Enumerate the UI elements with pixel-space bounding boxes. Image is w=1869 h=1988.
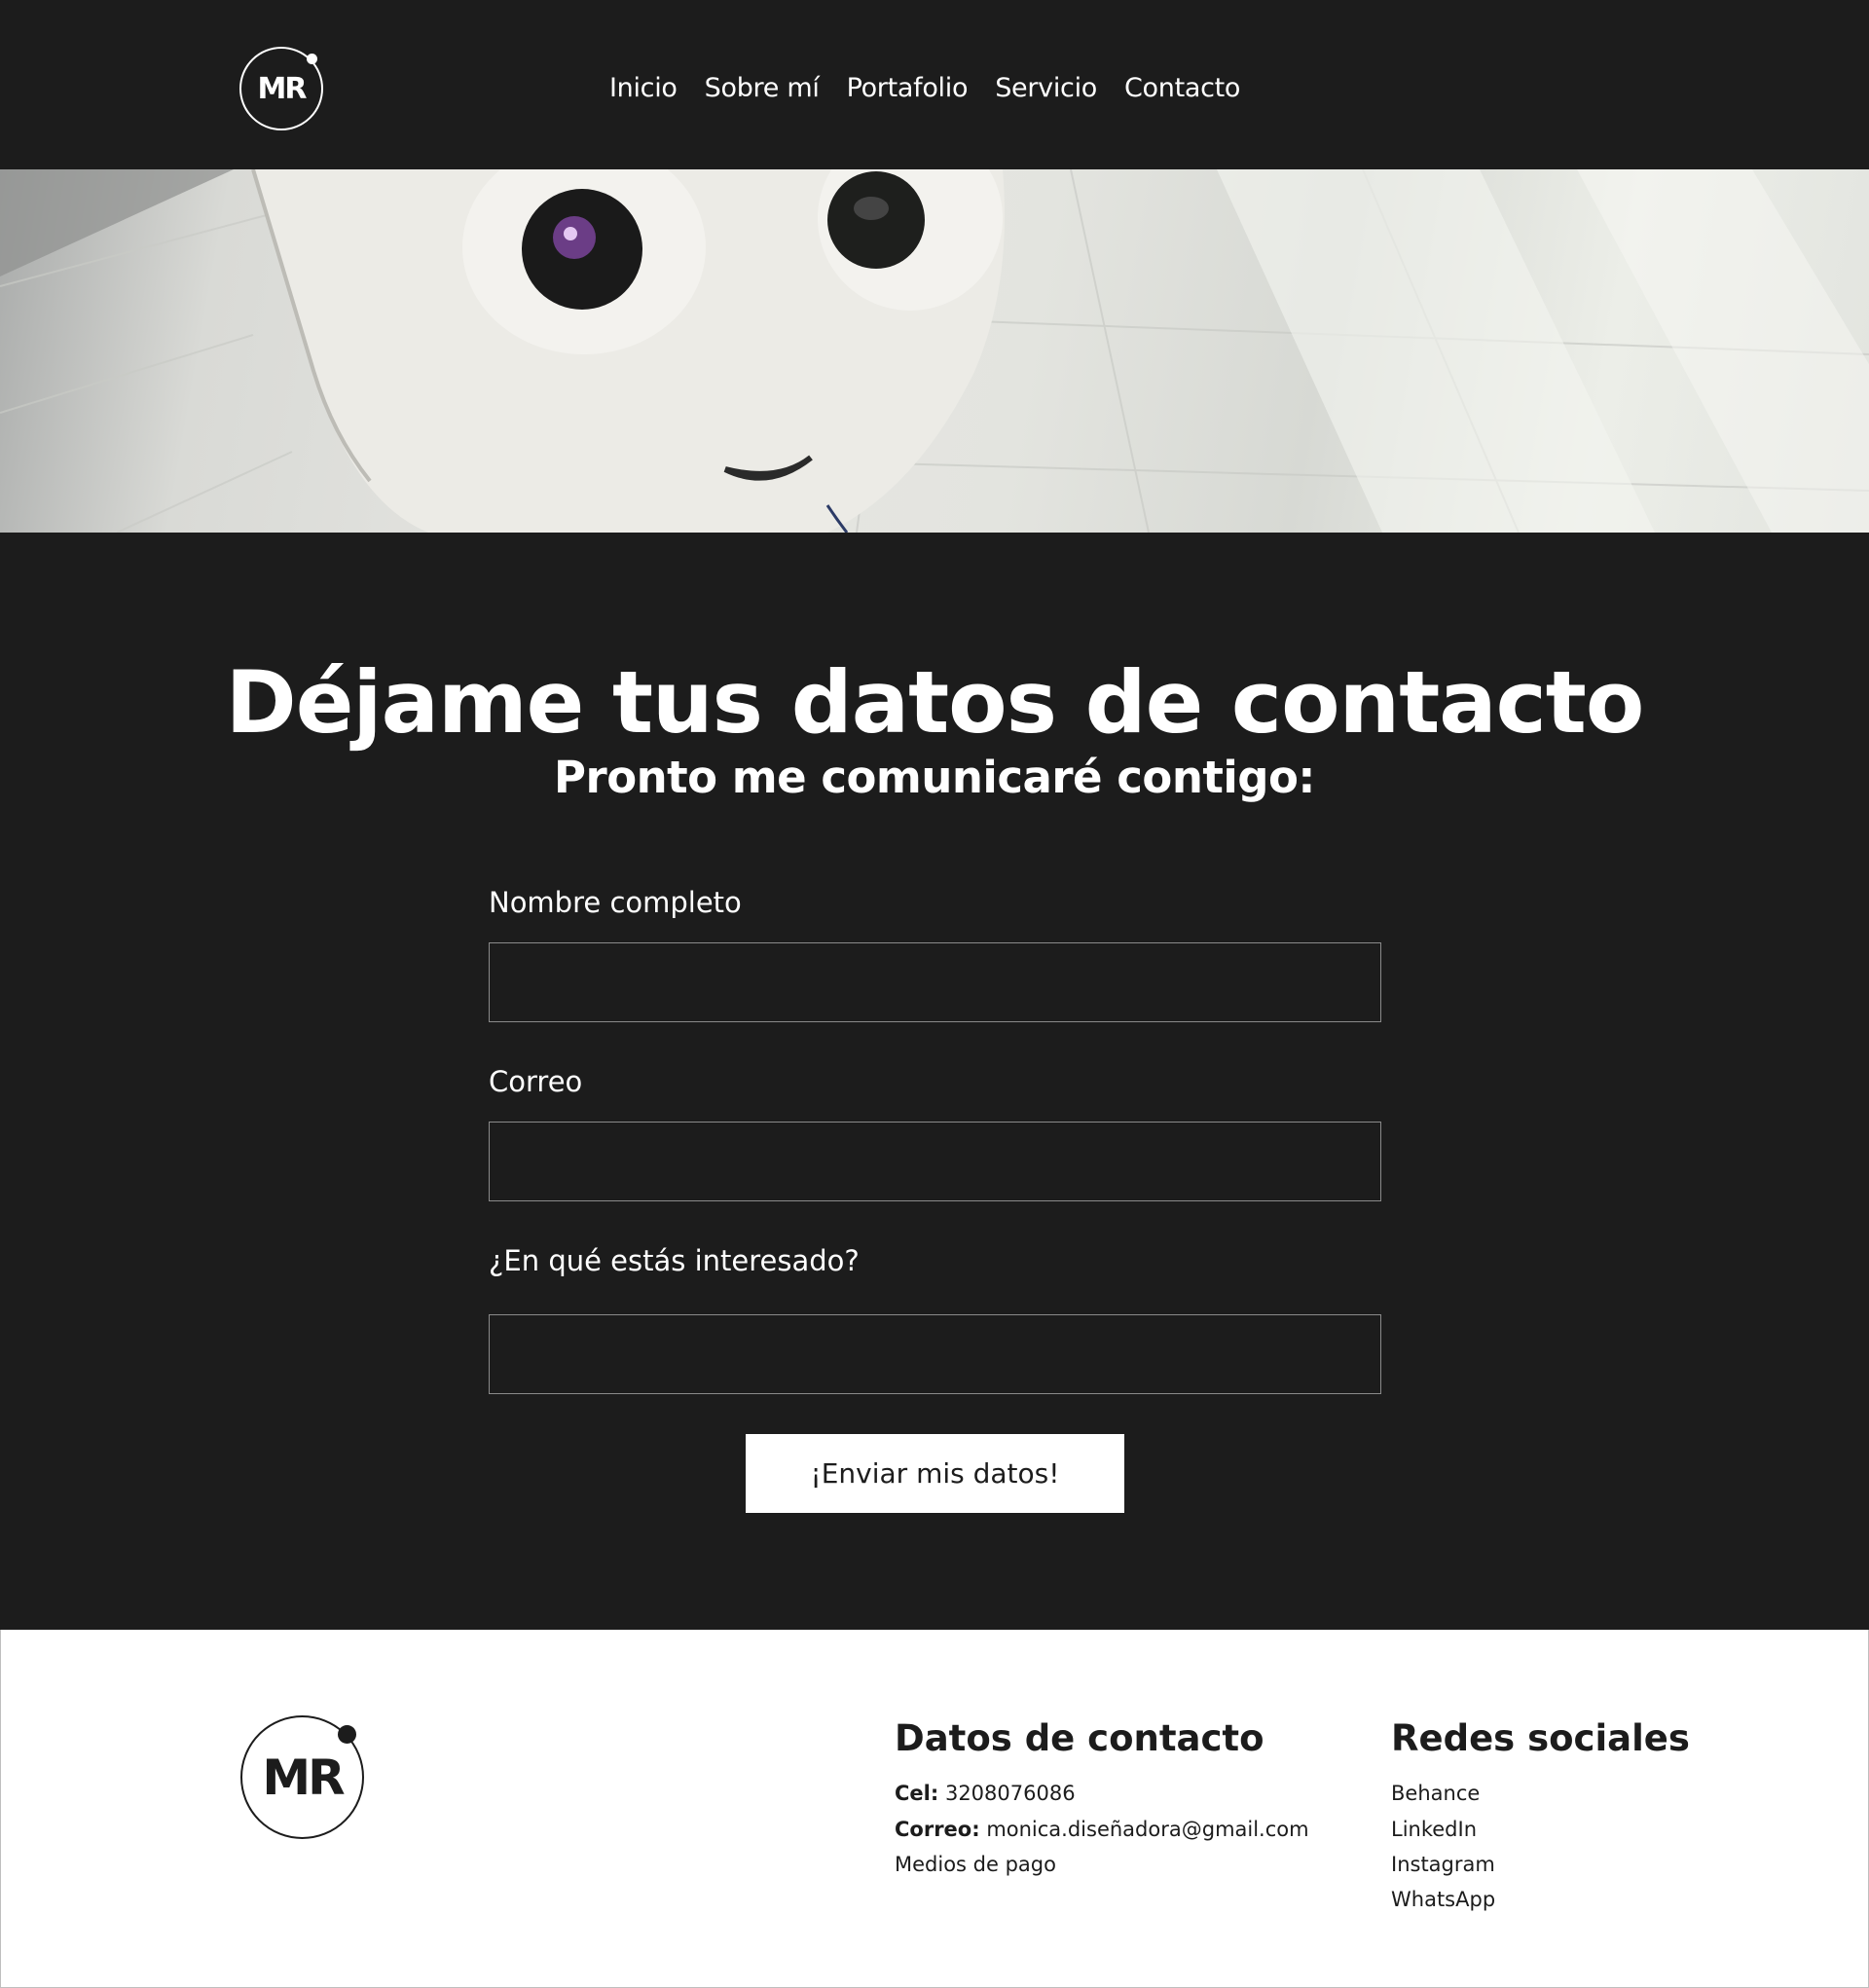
logo-text: MR	[257, 71, 308, 106]
site-header: MR Inicio Sobre mí Portafolio Servicio C…	[0, 0, 1869, 169]
social-link-whatsapp[interactable]: WhatsApp	[1391, 1885, 1495, 1914]
robot-image	[0, 169, 1869, 533]
page-subtitle: Pronto me comunicaré contigo:	[554, 752, 1315, 803]
name-label: Nombre completo	[489, 886, 742, 919]
email-label: Correo	[489, 1065, 583, 1098]
social-link-behance[interactable]: Behance	[1391, 1779, 1480, 1808]
submit-button[interactable]: ¡Enviar mis datos!	[746, 1434, 1124, 1513]
nav-link-contacto[interactable]: Contacto	[1124, 70, 1240, 107]
nav-link-portafolio[interactable]: Portafolio	[847, 70, 969, 107]
footer-logo-text: MR	[262, 1749, 345, 1806]
phone-label: Cel:	[895, 1782, 939, 1805]
site-footer: MR Datos de contacto Cel: 3208076086 Cor…	[0, 1630, 1869, 1988]
footer-logo[interactable]: MR	[240, 1715, 364, 1839]
email-line: Correo: monica.diseñadora@gmail.com	[895, 1815, 1309, 1844]
interest-label: ¿En qué estás interesado?	[489, 1244, 860, 1277]
email-value[interactable]: monica.diseñadora@gmail.com	[986, 1818, 1308, 1841]
social-link-linkedin[interactable]: LinkedIn	[1391, 1815, 1477, 1844]
contact-info-title: Datos de contacto	[895, 1717, 1264, 1759]
page-title: Déjame tus datos de contacto	[225, 652, 1645, 753]
phone-line: Cel: 3208076086	[895, 1779, 1076, 1808]
payments-link[interactable]: Medios de pago	[895, 1850, 1056, 1879]
nav-link-sobre-mi[interactable]: Sobre mí	[705, 70, 820, 107]
contact-section: Déjame tus datos de contacto Pronto me c…	[0, 533, 1869, 1630]
logo[interactable]: MR	[239, 47, 323, 130]
nav-link-inicio[interactable]: Inicio	[609, 70, 678, 107]
logo-dot-icon	[307, 54, 317, 64]
hero-image	[0, 169, 1869, 533]
name-field[interactable]	[489, 942, 1381, 1022]
interest-field[interactable]	[489, 1314, 1381, 1394]
social-title: Redes sociales	[1391, 1717, 1690, 1759]
social-link-instagram[interactable]: Instagram	[1391, 1850, 1495, 1879]
nav-link-servicio[interactable]: Servicio	[995, 70, 1097, 107]
main-nav: Inicio Sobre mí Portafolio Servicio Cont…	[609, 70, 1267, 107]
footer-logo-dot-icon	[338, 1725, 356, 1744]
email-field[interactable]	[489, 1122, 1381, 1201]
email-label-footer: Correo:	[895, 1818, 980, 1841]
phone-value: 3208076086	[944, 1782, 1076, 1805]
